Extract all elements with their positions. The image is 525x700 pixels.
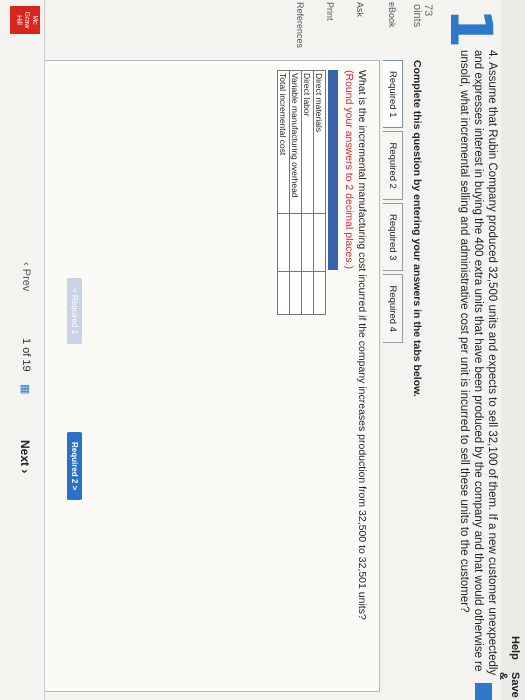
- row-label: Direct materials: [313, 70, 326, 214]
- top-bar: [501, 0, 525, 700]
- prev-label: Prev: [20, 268, 32, 292]
- page-current: 1: [20, 338, 32, 345]
- page-indicator: 1 of 19: [20, 338, 32, 372]
- logo-line: Hill: [15, 15, 22, 25]
- table-row: Total incremental cost: [277, 70, 290, 315]
- tab-required-4[interactable]: Required 4: [383, 274, 403, 343]
- ebook-link[interactable]: eBook: [387, 2, 397, 28]
- tab-bar: Required 1 Required 2 Required 3 Require…: [383, 60, 403, 346]
- ask-link[interactable]: Ask: [355, 2, 365, 17]
- direct-labor-input-2[interactable]: [301, 271, 314, 315]
- prompt: What is the incremental manufacturing co…: [342, 70, 368, 670]
- print-link[interactable]: Print: [325, 2, 335, 21]
- logo-line: Graw: [23, 11, 30, 29]
- direct-labor-input[interactable]: [301, 213, 314, 272]
- next-link[interactable]: Next ›: [18, 440, 32, 473]
- direct-materials-input-2[interactable]: [313, 271, 326, 315]
- total-incremental-input[interactable]: [277, 213, 290, 272]
- tab-required-1[interactable]: Required 1: [383, 60, 403, 129]
- logo-line: Mc: [31, 15, 38, 25]
- points-label: oints: [411, 4, 423, 28]
- screen: Help Save & 1 73 oints eBook Ask Print R…: [0, 0, 525, 700]
- table-row: Direct labor: [301, 70, 314, 315]
- page-total: of 19: [20, 347, 32, 372]
- question-page: Help Save & 1 73 oints eBook Ask Print R…: [0, 0, 525, 700]
- variable-overhead-input-2[interactable]: [289, 271, 302, 315]
- table-row: Direct materials: [313, 70, 326, 315]
- mcgraw-hill-logo: Mc Graw Hill: [10, 6, 40, 34]
- question-text: 4. Assume that Rubin Company produced 32…: [458, 50, 498, 676]
- points: 73 oints: [411, 4, 434, 28]
- table-header-bar: [328, 70, 338, 270]
- tab-required-3[interactable]: Required 3: [383, 202, 403, 272]
- prev-link[interactable]: ‹ Prev: [20, 262, 32, 291]
- help-button[interactable]: Help: [509, 636, 521, 660]
- prompt-note: (Round your answers to 2 decimal places.…: [343, 70, 355, 270]
- next-label: Next: [18, 440, 32, 467]
- references-link[interactable]: References: [295, 2, 305, 48]
- instruction-text: Complete this question by entering your …: [411, 60, 423, 397]
- row-label: Total incremental cost: [277, 70, 290, 214]
- cost-table: Direct materials Direct labor Variable m…: [277, 70, 326, 315]
- tab-required-2[interactable]: Required 2: [383, 131, 403, 200]
- save-button[interactable]: Save &: [497, 672, 521, 700]
- prompt-text: What is the incremental manufacturing co…: [356, 70, 368, 620]
- required-next-button[interactable]: Required 2 >: [67, 432, 82, 501]
- question-number: 1: [437, 8, 505, 49]
- row-label: Direct labor: [301, 70, 314, 214]
- variable-overhead-input[interactable]: [289, 213, 302, 272]
- required-prev-button[interactable]: < Required 1: [67, 278, 82, 345]
- total-incremental-input-2[interactable]: [277, 271, 290, 315]
- grid-icon[interactable]: ▦: [19, 384, 32, 394]
- row-label: Variable manufacturing overhead: [289, 70, 302, 214]
- points-value: 73: [422, 4, 434, 17]
- table-row: Variable manufacturing overhead: [289, 70, 302, 315]
- direct-materials-input[interactable]: [313, 213, 326, 272]
